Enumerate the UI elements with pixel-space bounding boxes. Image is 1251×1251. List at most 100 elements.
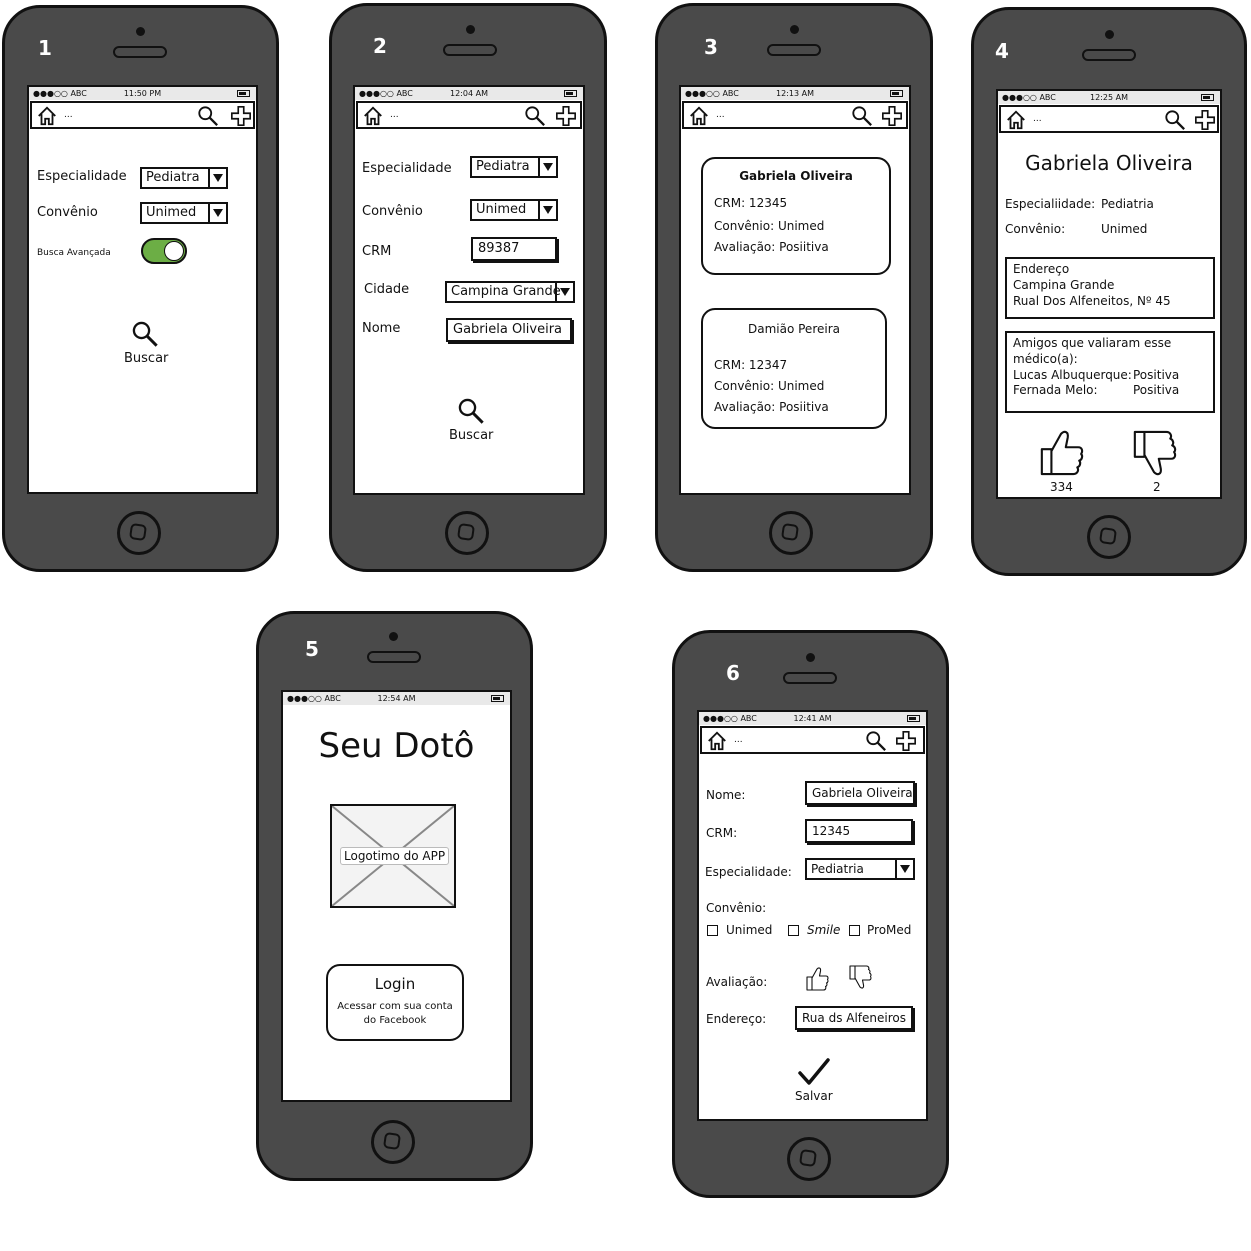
checkmark-icon[interactable] (797, 1057, 831, 1087)
phone-number: 1 (38, 36, 52, 60)
battery-icon (890, 90, 903, 97)
status-bar: ●●●○○ ABC 12:25 AM (998, 91, 1220, 104)
search-icon[interactable] (131, 319, 159, 349)
crm-text: CRM: 12345 (714, 196, 788, 210)
checkbox-promed[interactable] (849, 925, 860, 936)
endereco-label: Endereço: (706, 1012, 767, 1026)
phone-mockup-3: 3 ●●●○○ ABC 12:13 AM ... Gabriela Olivei… (655, 3, 933, 572)
convenio-label: Convênio (362, 204, 423, 219)
home-button[interactable] (371, 1120, 415, 1164)
especialidade-select[interactable]: Pediatra (140, 167, 228, 189)
friend-name: Lucas Albuquerque: (1013, 368, 1132, 382)
search-icon[interactable] (524, 105, 546, 127)
phone-mockup-6: 6 ●●●○○ ABC 12:41 AM ... Nome: Gabriela … (672, 630, 949, 1198)
phone-number: 6 (726, 661, 740, 685)
convenio-label: Convênio: (706, 901, 767, 915)
especialidade-select[interactable]: Pediatra (470, 156, 558, 178)
home-icon[interactable] (36, 105, 58, 127)
search-icon[interactable] (457, 396, 485, 426)
nome-input[interactable]: Gabriela Oliveira (446, 318, 572, 342)
nav-bar: ... (999, 105, 1219, 133)
speaker-icon (767, 44, 821, 56)
home-icon[interactable] (1005, 109, 1027, 131)
search-icon[interactable] (865, 730, 887, 752)
home-button[interactable] (787, 1137, 831, 1181)
plus-icon[interactable] (895, 730, 917, 752)
option-promed: ProMed (867, 923, 912, 937)
convenio-value: Unimed (476, 202, 527, 217)
friend-rating: Positiva (1133, 383, 1180, 397)
thumbs-up-icon[interactable] (1038, 428, 1084, 478)
clock-label: 12:41 AM (793, 714, 832, 723)
avaliacao-label: Avaliação: (706, 975, 768, 989)
home-icon[interactable] (706, 730, 728, 752)
checkbox-unimed[interactable] (707, 925, 718, 936)
convenio-select[interactable]: Unimed (140, 202, 228, 224)
especialidade-value: Pediatra (476, 159, 530, 174)
clock-label: 12:04 AM (450, 89, 488, 98)
buscar-button[interactable]: Buscar (124, 351, 168, 366)
search-icon[interactable] (1164, 109, 1186, 131)
especialidade-label: Especialiidade: (1005, 197, 1096, 211)
likes-count: 334 (1050, 480, 1073, 494)
salvar-button[interactable]: Salvar (795, 1089, 833, 1103)
plus-icon[interactable] (555, 105, 577, 127)
nav-bar: ... (682, 101, 908, 129)
thumbs-down-icon[interactable] (848, 964, 872, 990)
logo-placeholder: Logotimo do APP (330, 804, 456, 908)
endereco-line: Campina Grande (1013, 278, 1115, 292)
speaker-icon (783, 672, 837, 684)
phone-number: 2 (373, 34, 387, 58)
phone-number: 4 (995, 39, 1009, 63)
clock-label: 12:54 AM (377, 694, 416, 703)
buscar-button[interactable]: Buscar (449, 428, 493, 443)
convenio-label: Convênio (37, 205, 98, 220)
nav-ellipsis: ... (390, 110, 399, 120)
checkbox-smile[interactable] (788, 925, 799, 936)
camera-icon (466, 25, 475, 34)
home-button[interactable] (1087, 515, 1131, 559)
home-button[interactable] (445, 511, 489, 555)
plus-icon[interactable] (1194, 109, 1216, 131)
screen: ●●●○○ ABC 12:13 AM ... Gabriela Oliveira… (679, 85, 911, 495)
status-bar: ●●●○○ ABC 11:50 PM (29, 87, 256, 100)
busca-avancada-toggle[interactable] (141, 238, 187, 264)
home-icon[interactable] (362, 105, 384, 127)
phone-mockup-2: 2 ●●●○○ ABC 12:04 AM ... Especialidade P… (329, 3, 607, 572)
camera-icon (389, 632, 398, 641)
result-card[interactable]: Gabriela Oliveira CRM: 12345 Convênio: U… (701, 157, 891, 275)
avaliacao-text: Avaliação: Posiitiva (714, 240, 829, 254)
screen: ●●●○○ ABC 11:50 PM ... Especialidade Ped… (27, 85, 258, 494)
convenio-select[interactable]: Unimed (470, 199, 558, 221)
endereco-input[interactable]: Rua ds Alfeneiros (795, 1006, 913, 1030)
home-icon[interactable] (688, 105, 710, 127)
especialidade-select[interactable]: Pediatria (805, 858, 915, 880)
crm-input[interactable]: 89387 (471, 237, 557, 261)
thumbs-up-icon[interactable] (805, 966, 829, 992)
status-bar: ●●●○○ ABC 12:04 AM (355, 87, 583, 100)
phone-mockup-5: 5 ●●●○○ ABC 12:54 AM Seu Dotô Logotimo d… (256, 611, 533, 1181)
convenio-value: Unimed (146, 205, 197, 220)
dislikes-count: 2 (1153, 480, 1161, 494)
cidade-select[interactable]: Campina Grande (445, 281, 575, 303)
login-button[interactable]: Login Acessar com sua conta do Facebook (326, 964, 464, 1041)
search-icon[interactable] (851, 105, 873, 127)
crm-input[interactable]: 12345 (805, 819, 913, 843)
nome-input[interactable]: Gabriela Oliveira (805, 781, 915, 805)
nome-label: Nome (362, 321, 401, 336)
home-button[interactable] (117, 511, 161, 555)
thumbs-down-icon[interactable] (1131, 428, 1177, 478)
dropdown-arrow-icon (208, 204, 226, 222)
especialidade-label: Especialidade (37, 169, 127, 184)
login-title: Login (374, 975, 416, 993)
dropdown-arrow-icon (538, 158, 556, 176)
nav-ellipsis: ... (64, 110, 73, 120)
screen: ●●●○○ ABC 12:54 AM Seu Dotô Logotimo do … (281, 690, 512, 1102)
plus-icon[interactable] (881, 105, 903, 127)
especialidade-value: Pediatria (811, 862, 864, 876)
screen: ●●●○○ ABC 12:25 AM ... Gabriela Oliveira… (996, 89, 1222, 499)
plus-icon[interactable] (230, 105, 252, 127)
result-card[interactable]: Damião Pereira CRM: 12347 Convênio: Unim… (701, 308, 887, 429)
search-icon[interactable] (197, 105, 219, 127)
home-button[interactable] (769, 511, 813, 555)
